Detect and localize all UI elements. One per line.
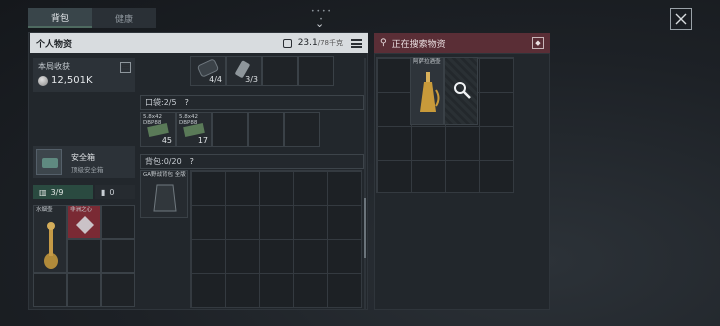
tab-health[interactable]: 健康 xyxy=(92,8,156,28)
safe-slot-6[interactable] xyxy=(33,273,67,307)
safebox-icon xyxy=(36,149,62,175)
container-icon: ▥ xyxy=(39,187,47,197)
box-icon: ▮ xyxy=(101,187,106,197)
safebox-card[interactable]: 安全箱 顶级安全箱 xyxy=(33,146,135,178)
safe-slot-2[interactable]: 非洲之心 xyxy=(67,205,101,239)
search-title: 正在搜索物资 xyxy=(391,39,446,50)
close-icon xyxy=(675,13,687,25)
backpack-equip-slot[interactable]: GA野战背包 全版 xyxy=(140,170,188,218)
safe-slot-8[interactable] xyxy=(101,273,135,307)
weight-icon xyxy=(282,38,292,48)
inventory-slot-top-2[interactable]: 3/3 xyxy=(226,56,262,86)
search-icon: ⚲ xyxy=(380,38,387,48)
coin-icon xyxy=(38,75,48,86)
hookah-icon xyxy=(44,222,58,269)
menu-icon xyxy=(122,64,129,71)
panel-title: 个人物资 xyxy=(36,39,73,50)
backpack-header: 背包: 0/20? xyxy=(140,154,364,169)
safebox-other-count: ▮ 0 xyxy=(95,185,135,199)
item-qty: 3/3 xyxy=(245,75,258,84)
sort-menu-icon[interactable] xyxy=(351,38,362,48)
backpack-grid xyxy=(190,170,362,308)
pocket-slot-3[interactable] xyxy=(212,112,248,147)
pin-icon: ◆ xyxy=(535,39,541,47)
inventory-header: 个人物资 23.1/78千克 xyxy=(30,33,368,53)
tab-backpack[interactable]: 背包 xyxy=(28,8,92,28)
search-slot-searching[interactable] xyxy=(444,57,478,125)
safe-slot-5[interactable] xyxy=(101,239,135,273)
backpack-icon xyxy=(153,184,177,212)
pocket-slot-5[interactable] xyxy=(284,112,320,147)
search-header: ⚲ 正在搜索物资 ◆ xyxy=(374,33,550,53)
inventory-slot-top-4[interactable] xyxy=(298,56,334,86)
pocket-slot-4[interactable] xyxy=(248,112,284,147)
safebox-name: 安全箱 xyxy=(71,153,95,162)
diamond-icon xyxy=(76,216,94,234)
safe-slot-1[interactable]: 水烟壶 xyxy=(33,205,67,273)
pin-button[interactable]: ◆ xyxy=(532,37,544,49)
safe-slot-3[interactable] xyxy=(101,205,135,239)
collapse-button[interactable]: • • • • • ⌄ xyxy=(310,8,332,30)
help-icon[interactable]: ? xyxy=(185,98,189,107)
magnifier-icon xyxy=(454,82,471,99)
earnings-card: 本局收获 12,501K xyxy=(33,58,135,92)
safebox-type: 顶级安全箱 xyxy=(71,166,104,174)
safe-slot-7[interactable] xyxy=(67,273,101,307)
safe-slot-4[interactable] xyxy=(67,239,101,273)
item-qty: 4/4 xyxy=(209,75,222,84)
inventory-slot-top-1[interactable]: 4/4 xyxy=(190,56,226,86)
inventory-scrollbar[interactable] xyxy=(364,58,366,310)
tab-bar: 背包 健康 xyxy=(28,8,156,28)
jug-icon xyxy=(420,72,440,112)
earnings-value: 12,501K xyxy=(38,75,93,86)
weight-readout: 23.1/78千克 xyxy=(297,38,343,48)
earnings-label: 本局收获 xyxy=(38,62,70,71)
safebox-slot-count: ▥ 3/9 xyxy=(33,185,93,199)
pocket-header: 口袋: 2/5? xyxy=(140,95,364,110)
inventory-slot-top-3[interactable] xyxy=(262,56,298,86)
search-slot-item[interactable]: 阿萨拉酒壶 xyxy=(410,57,444,125)
earnings-menu-button[interactable] xyxy=(120,62,131,73)
pocket-slot-2[interactable]: 5.8x42 DBP88 17 xyxy=(176,112,212,147)
close-button[interactable] xyxy=(670,8,692,30)
pocket-slot-1[interactable]: 5.8x42 DBP88 45 xyxy=(140,112,176,147)
help-icon[interactable]: ? xyxy=(190,157,194,166)
